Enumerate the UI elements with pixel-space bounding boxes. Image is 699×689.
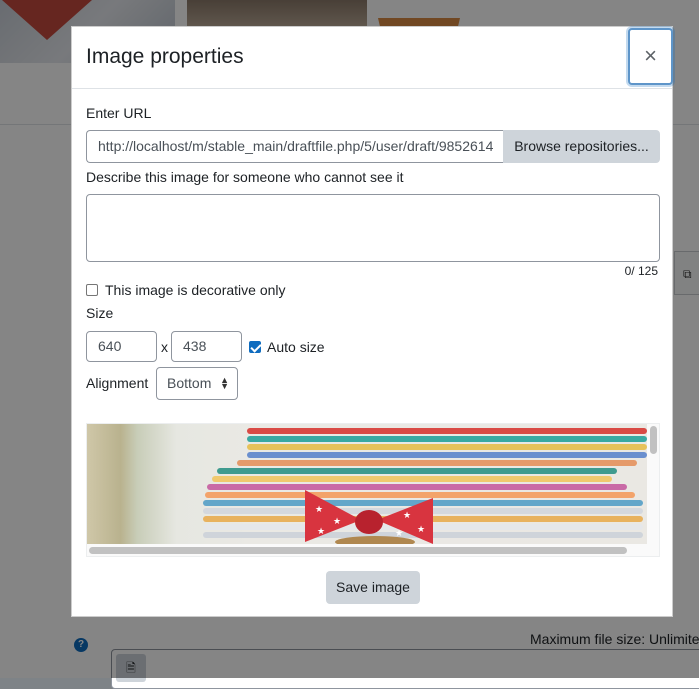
url-label: Enter URL [86,105,152,121]
svg-text:★: ★ [317,526,325,536]
save-image-button[interactable]: Save image [326,571,420,604]
alt-text-counter: 0/ 125 [624,264,658,278]
size-label: Size [86,305,114,321]
preview-image: ★ ★ ★ ★ ★ ★ [87,424,647,544]
bow-illustration: ★★ ★★ ★★ [305,490,433,544]
alt-text-textarea[interactable] [86,194,660,262]
close-button[interactable]: × [628,28,673,85]
svg-text:★: ★ [403,510,411,520]
alignment-value: Bottom [167,375,212,391]
image-properties-dialog: Image properties × Enter URL http://loca… [71,26,673,617]
browse-repositories-button[interactable]: Browse repositories... [503,130,660,163]
alt-text-label: Describe this image for someone who cann… [86,169,404,185]
width-input[interactable]: 640 [86,331,157,362]
svg-text:★: ★ [333,516,341,526]
svg-text:★: ★ [395,528,403,538]
dialog-title: Image properties [86,45,244,68]
decorative-checkbox[interactable] [86,284,98,296]
times-sign: x [161,339,168,355]
horizontal-scrollbar[interactable] [89,547,627,554]
image-preview[interactable]: ★ ★ ★ ★ ★ ★ [86,423,660,557]
auto-size-label[interactable]: Auto size [267,339,325,355]
alignment-select[interactable]: Bottom ▲ ▼ [156,367,238,400]
decorative-label[interactable]: This image is decorative only [105,282,286,298]
svg-text:★: ★ [315,504,323,514]
auto-size-checkbox[interactable] [249,341,261,353]
url-input[interactable]: http://localhost/m/stable_main/draftfile… [86,130,504,163]
modal-header: Image properties × [72,27,673,89]
select-arrows-icon: ▲ ▼ [220,375,229,391]
alignment-label: Alignment [86,375,149,391]
height-input[interactable]: 438 [171,331,242,362]
vertical-scrollbar[interactable] [650,426,657,454]
svg-text:★: ★ [417,524,425,534]
